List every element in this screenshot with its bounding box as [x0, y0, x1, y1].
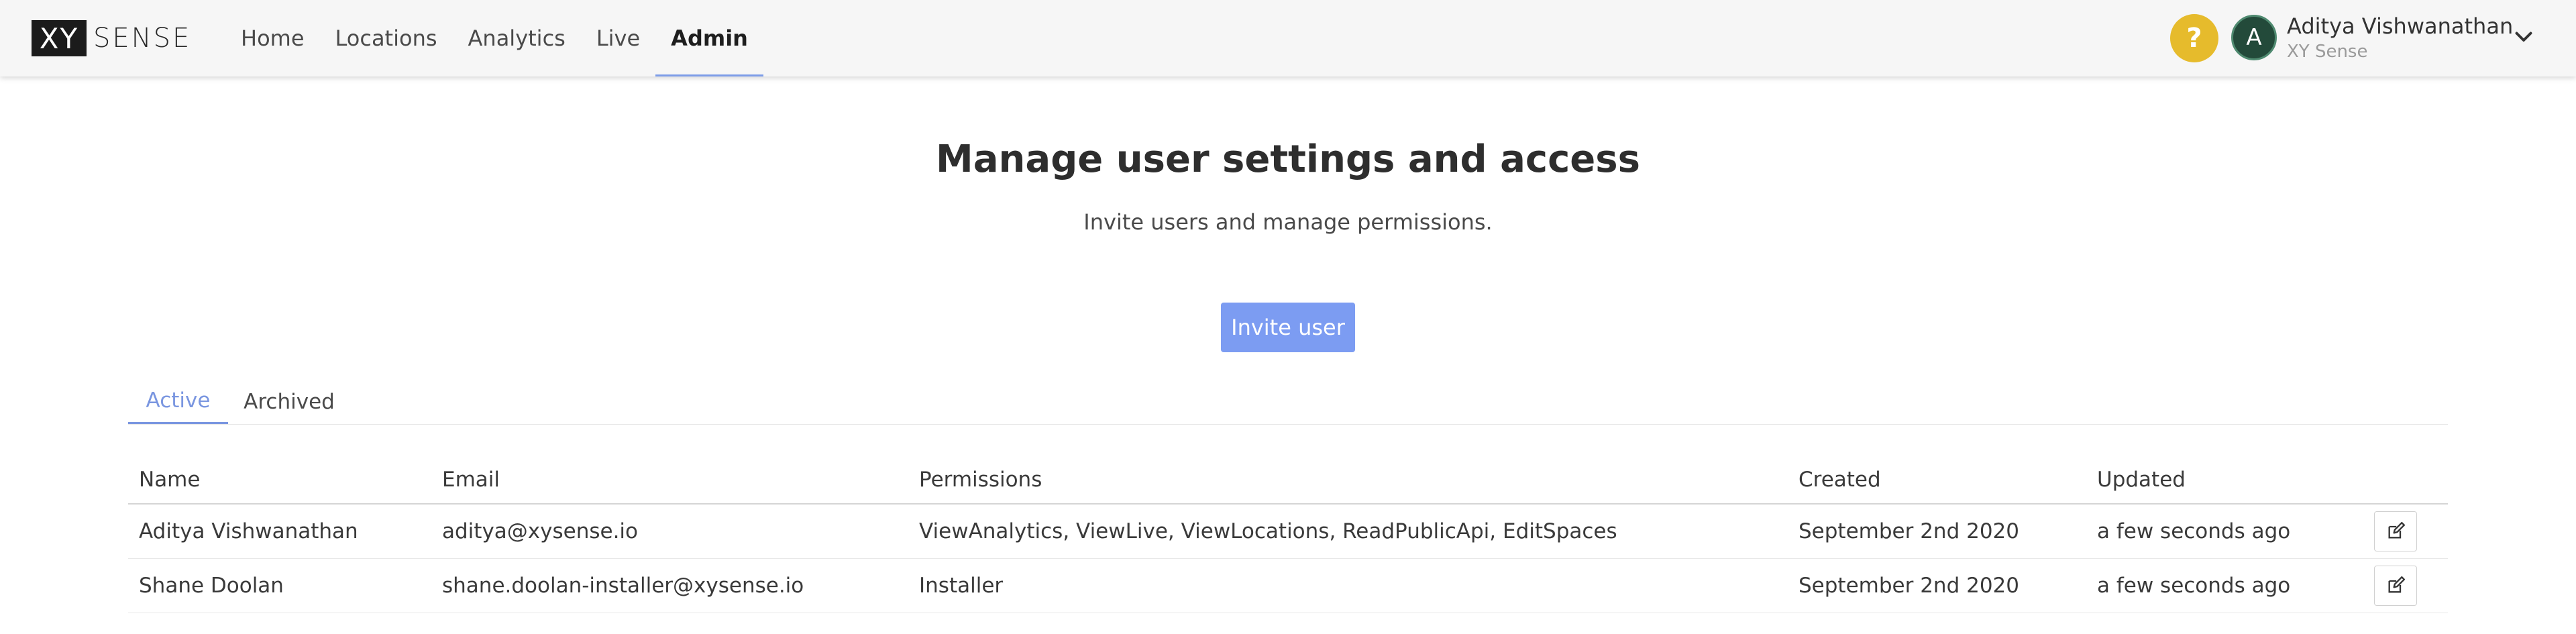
edit-user-button[interactable] [2374, 511, 2417, 551]
cell-email: shane.doolan-installer@xysense.io [431, 558, 908, 613]
xysense-logo[interactable]: XY SENSE [32, 20, 191, 56]
cell-name: Shane Doolan [128, 558, 431, 613]
avatar-initial: A [2246, 24, 2262, 51]
table-header-row: Name Email Permissions Created Updated [128, 456, 2448, 505]
nav-item-home[interactable]: Home [225, 0, 320, 76]
cell-permissions: ViewAnalytics, ViewLive, ViewLocations, … [908, 504, 1788, 559]
nav-item-locations[interactable]: Locations [320, 0, 453, 76]
cell-actions [2363, 558, 2448, 613]
column-header-name[interactable]: Name [128, 456, 431, 505]
cell-name: Aditya Vishwanathan [128, 504, 431, 559]
user-menu[interactable]: Aditya Vishwanathan XY Sense [2287, 12, 2528, 63]
main-nav: Home Locations Analytics Live Admin [225, 0, 763, 76]
page-subtitle: Invite users and manage permissions. [1083, 209, 1493, 235]
nav-item-live[interactable]: Live [581, 0, 655, 76]
user-status-tabs: Active Archived [128, 379, 2448, 425]
tab-archived[interactable]: Archived [239, 379, 339, 424]
column-header-created[interactable]: Created [1788, 456, 2086, 505]
column-header-permissions[interactable]: Permissions [908, 456, 1788, 505]
edit-user-button[interactable] [2374, 566, 2417, 606]
table-row: Shane Doolan shane.doolan-installer@xyse… [128, 558, 2448, 613]
invite-user-button[interactable]: Invite user [1221, 303, 1355, 352]
help-button[interactable]: ? [2170, 14, 2218, 62]
edit-icon [2388, 522, 2405, 539]
user-organization: XY Sense [2287, 42, 2368, 62]
users-table: Name Email Permissions Created Updated A… [128, 456, 2448, 613]
cell-email: aditya@xysense.io [431, 504, 908, 559]
page-title: Manage user settings and access [936, 138, 1640, 181]
question-icon: ? [2186, 23, 2202, 54]
avatar[interactable]: A [2231, 15, 2277, 60]
cell-created: September 2nd 2020 [1788, 558, 2086, 613]
cell-permissions: Installer [908, 558, 1788, 613]
tab-active[interactable]: Active [128, 379, 228, 424]
cell-actions [2363, 504, 2448, 559]
cell-created: September 2nd 2020 [1788, 504, 2086, 559]
cell-updated: a few seconds ago [2086, 558, 2363, 613]
top-navigation-bar: XY SENSE Home Locations Analytics Live A… [0, 0, 2576, 76]
table-row: Aditya Vishwanathan aditya@xysense.io Vi… [128, 504, 2448, 559]
nav-item-analytics[interactable]: Analytics [453, 0, 581, 76]
user-name: Aditya Vishwanathan [2287, 13, 2514, 39]
column-header-email[interactable]: Email [431, 456, 908, 505]
logo-wordmark: SENSE [93, 23, 192, 54]
nav-item-admin[interactable]: Admin [655, 0, 763, 76]
chevron-down-icon[interactable] [2512, 24, 2536, 48]
column-header-updated[interactable]: Updated [2086, 456, 2363, 505]
edit-icon [2388, 576, 2405, 593]
logo-mark: XY [32, 20, 87, 56]
cell-updated: a few seconds ago [2086, 504, 2363, 559]
column-header-actions [2363, 456, 2448, 505]
